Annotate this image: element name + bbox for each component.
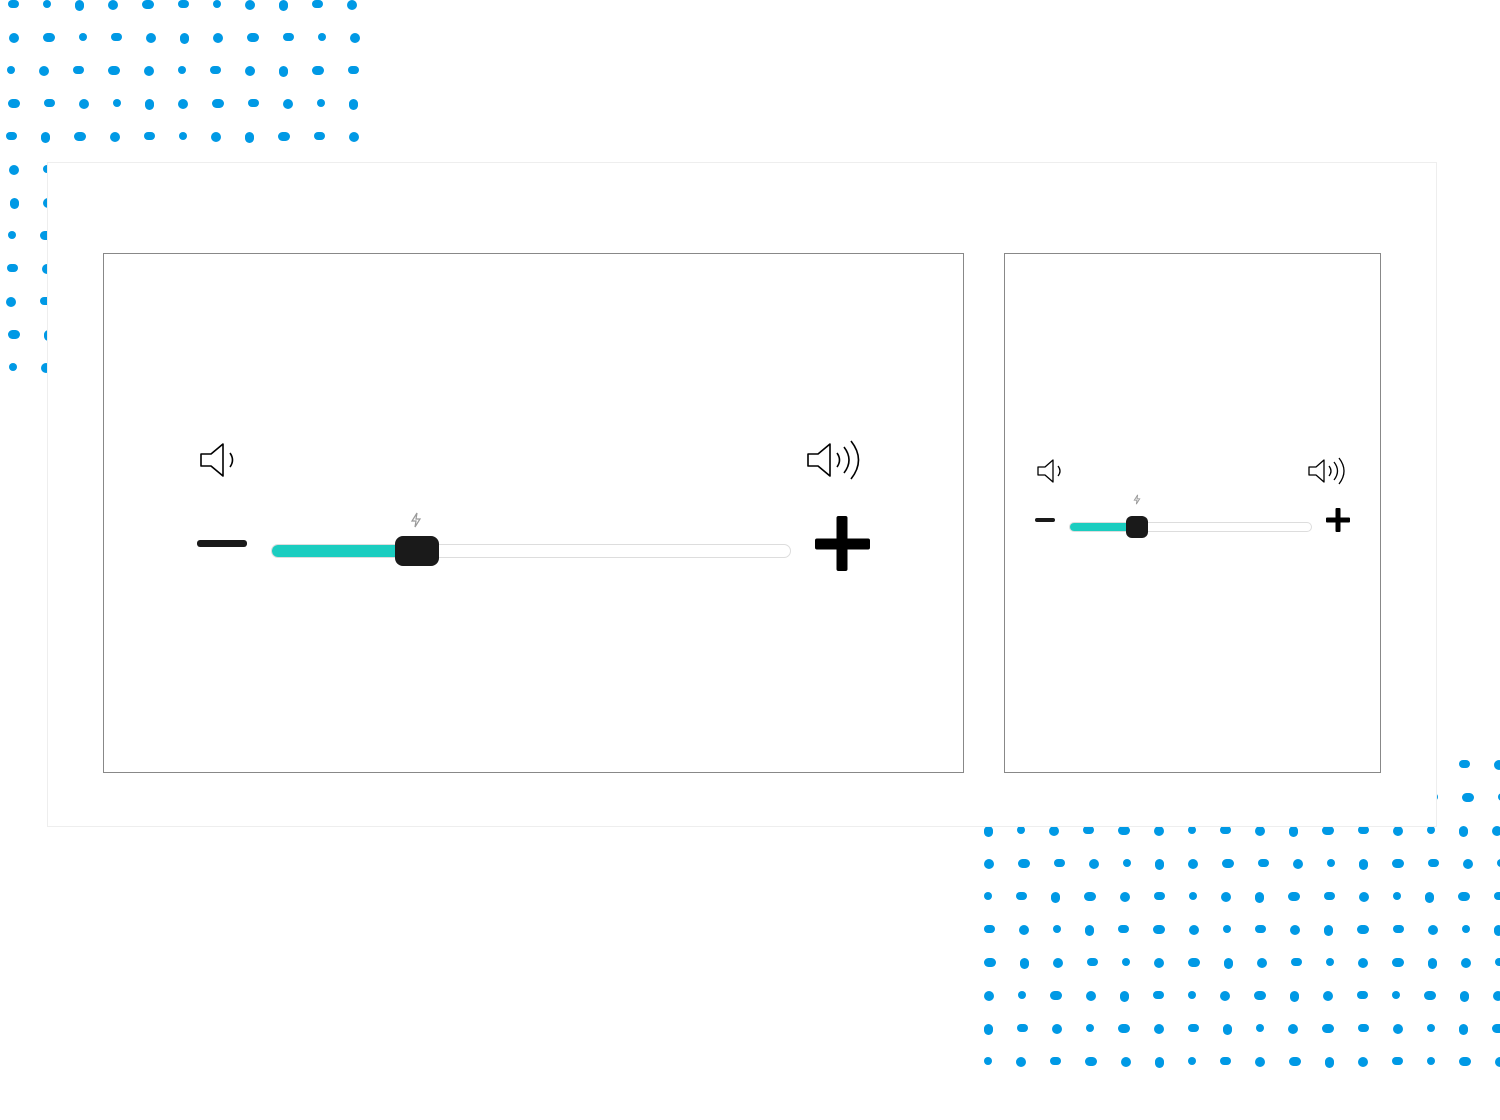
volume-icons-row-small — [1035, 454, 1350, 488]
volume-panel-small — [1004, 253, 1381, 773]
volume-control-large — [197, 434, 870, 594]
slider-row-small — [1035, 508, 1350, 532]
volume-slider-large[interactable] — [271, 530, 791, 558]
slider-row-large — [197, 516, 870, 571]
volume-decrease-button[interactable] — [197, 540, 247, 547]
slider-track[interactable] — [1069, 522, 1312, 532]
speaker-low-icon — [197, 436, 249, 484]
preview-card — [47, 162, 1437, 827]
volume-panel-large — [103, 253, 964, 773]
volume-increase-button[interactable] — [1326, 508, 1350, 532]
volume-increase-button[interactable] — [815, 516, 870, 571]
speaker-low-icon — [1035, 455, 1071, 487]
speaker-high-icon — [1306, 454, 1350, 488]
slider-thumb[interactable] — [395, 536, 439, 566]
slider-thumb[interactable] — [1126, 516, 1148, 538]
volume-icons-row — [197, 434, 870, 486]
volume-decrease-button[interactable] — [1035, 518, 1055, 522]
lightning-icon — [1133, 494, 1141, 508]
volume-control-small — [1035, 454, 1350, 574]
speaker-high-icon — [804, 434, 870, 486]
lightning-icon — [410, 512, 422, 531]
slider-track[interactable] — [271, 544, 791, 558]
volume-slider-small[interactable] — [1069, 508, 1312, 532]
